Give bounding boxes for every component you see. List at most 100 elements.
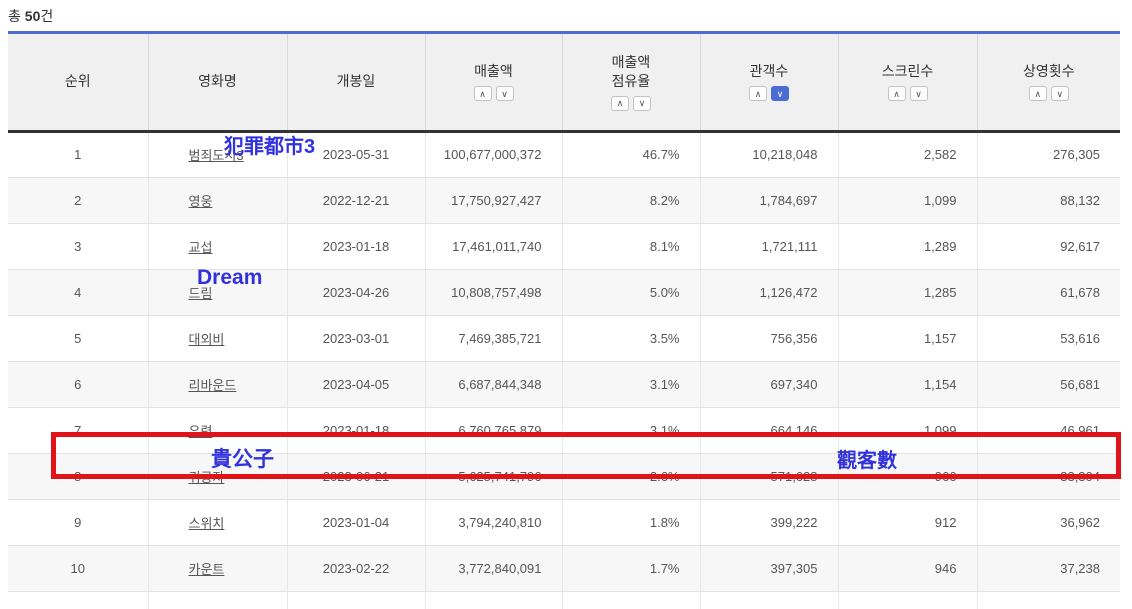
movie-link[interactable]: 유령	[189, 424, 213, 439]
column-label: 영화명	[198, 73, 237, 89]
cell-release: 2023-01-18	[287, 407, 425, 453]
cell-showings: 36,962	[977, 499, 1120, 545]
column-label: 매출액	[474, 63, 513, 79]
cell-rank: 8	[8, 453, 148, 499]
cell-movie: 교섭	[148, 223, 287, 269]
cell-sales: 2,867,713,071	[425, 591, 562, 609]
column-header-screens: 스크린수 ∧ ∨	[838, 34, 977, 131]
cell-sales: 5,625,741,796	[425, 453, 562, 499]
total-prefix: 총	[8, 8, 21, 24]
cell-showings: 46,961	[977, 407, 1120, 453]
cell-audience: 1,784,697	[700, 177, 838, 223]
movie-link[interactable]: 영웅	[189, 194, 213, 209]
cell-screens: 1,099	[838, 177, 977, 223]
sort-controls-showings: ∧ ∨	[978, 86, 1121, 101]
cell-screens: 829	[838, 591, 977, 609]
cell-release: 2023-06-21	[287, 453, 425, 499]
cell-screens: 912	[838, 499, 977, 545]
column-label: 관객수	[750, 63, 789, 79]
annotation-movie4-english: Dream	[197, 266, 262, 290]
cell-share: 1.3%	[562, 591, 700, 609]
table-row: 5대외비2023-03-017,469,385,7213.5%756,3561,…	[8, 315, 1120, 361]
cell-showings: 61,678	[977, 269, 1120, 315]
cell-rank: 1	[8, 131, 148, 177]
cell-rank: 10	[8, 545, 148, 591]
column-header-rank: 순위	[8, 34, 148, 131]
column-label: 매출액 점유율	[612, 54, 651, 89]
cell-rank: 2	[8, 177, 148, 223]
cell-movie: 대외비	[148, 315, 287, 361]
cell-screens: 1,157	[838, 315, 977, 361]
cell-showings: 36,059	[977, 591, 1120, 609]
cell-showings: 56,681	[977, 361, 1120, 407]
cell-rank: 3	[8, 223, 148, 269]
sort-desc-icon[interactable]: ∨	[1051, 86, 1069, 101]
sort-asc-icon[interactable]: ∧	[474, 86, 492, 101]
sort-controls-screens: ∧ ∨	[839, 86, 977, 101]
cell-movie: 영웅	[148, 177, 287, 223]
table-row: 2영웅2022-12-2117,750,927,4278.2%1,784,697…	[8, 177, 1120, 223]
cell-sales: 17,461,011,740	[425, 223, 562, 269]
cell-audience: 10,218,048	[700, 131, 838, 177]
cell-share: 8.1%	[562, 223, 700, 269]
cell-movie: 웅남이	[148, 591, 287, 609]
cell-audience: 697,340	[700, 361, 838, 407]
cell-movie: 카운트	[148, 545, 287, 591]
movie-link[interactable]: 대외비	[189, 332, 225, 347]
sort-controls-share: ∧ ∨	[563, 96, 700, 111]
sort-desc-icon[interactable]: ∨	[910, 86, 928, 101]
total-count-label: 총 50건	[8, 6, 53, 26]
sort-asc-icon[interactable]: ∧	[611, 96, 629, 111]
sort-asc-icon[interactable]: ∧	[1029, 86, 1047, 101]
cell-audience: 397,305	[700, 545, 838, 591]
table-row: 11웅남이2023-03-222,867,713,0711.3%314,1528…	[8, 591, 1120, 609]
cell-audience: 571,628	[700, 453, 838, 499]
cell-sales: 7,469,385,721	[425, 315, 562, 361]
sort-controls-audience: ∧ ∨	[701, 86, 838, 101]
cell-movie: 리바운드	[148, 361, 287, 407]
movie-link[interactable]: 스위치	[189, 516, 225, 531]
cell-share: 3.5%	[562, 315, 700, 361]
sort-desc-icon[interactable]: ∨	[633, 96, 651, 111]
cell-audience: 664,146	[700, 407, 838, 453]
cell-sales: 6,687,844,348	[425, 361, 562, 407]
cell-showings: 276,305	[977, 131, 1120, 177]
cell-share: 46.7%	[562, 131, 700, 177]
cell-rank: 7	[8, 407, 148, 453]
cell-release: 2023-02-22	[287, 545, 425, 591]
total-count-value: 50	[25, 8, 41, 24]
box-office-table-wrap: 순위 영화명 개봉일 매출액 ∧ ∨ 매출액 점유율 ∧	[8, 31, 1120, 609]
sort-asc-icon[interactable]: ∧	[888, 86, 906, 101]
table-row: 4드림2023-04-2610,808,757,4985.0%1,126,472…	[8, 269, 1120, 315]
movie-link[interactable]: 리바운드	[189, 378, 237, 393]
sort-desc-icon[interactable]: ∨	[496, 86, 514, 101]
column-label: 스크린수	[882, 63, 934, 79]
cell-release: 2023-03-01	[287, 315, 425, 361]
movie-link[interactable]: 카운트	[189, 562, 225, 577]
sort-desc-icon-active[interactable]: ∨	[771, 86, 789, 101]
table-body: 1범죄도시32023-05-31100,677,000,37246.7%10,2…	[8, 131, 1120, 609]
total-suffix: 건	[40, 8, 53, 24]
cell-movie: 스위치	[148, 499, 287, 545]
cell-audience: 314,152	[700, 591, 838, 609]
cell-showings: 33,304	[977, 453, 1120, 499]
movie-link[interactable]: 교섭	[189, 240, 213, 255]
cell-release: 2023-01-04	[287, 499, 425, 545]
cell-screens: 1,154	[838, 361, 977, 407]
column-header-audience: 관객수 ∧ ∨	[700, 34, 838, 131]
column-header-sales: 매출액 ∧ ∨	[425, 34, 562, 131]
cell-share: 5.0%	[562, 269, 700, 315]
cell-sales: 6,760,765,879	[425, 407, 562, 453]
sort-controls-sales: ∧ ∨	[426, 86, 562, 101]
cell-audience: 399,222	[700, 499, 838, 545]
column-label: 상영횟수	[1023, 63, 1075, 79]
cell-share: 3.1%	[562, 361, 700, 407]
sort-asc-icon[interactable]: ∧	[749, 86, 767, 101]
cell-share: 3.1%	[562, 407, 700, 453]
cell-sales: 10,808,757,498	[425, 269, 562, 315]
annotation-audience-chinese: 觀客數	[837, 444, 897, 473]
table-row: 8귀공자2023-06-215,625,741,7962.6%571,62896…	[8, 453, 1120, 499]
cell-rank: 6	[8, 361, 148, 407]
cell-release: 2023-04-05	[287, 361, 425, 407]
table-header: 순위 영화명 개봉일 매출액 ∧ ∨ 매출액 점유율 ∧	[8, 34, 1120, 131]
